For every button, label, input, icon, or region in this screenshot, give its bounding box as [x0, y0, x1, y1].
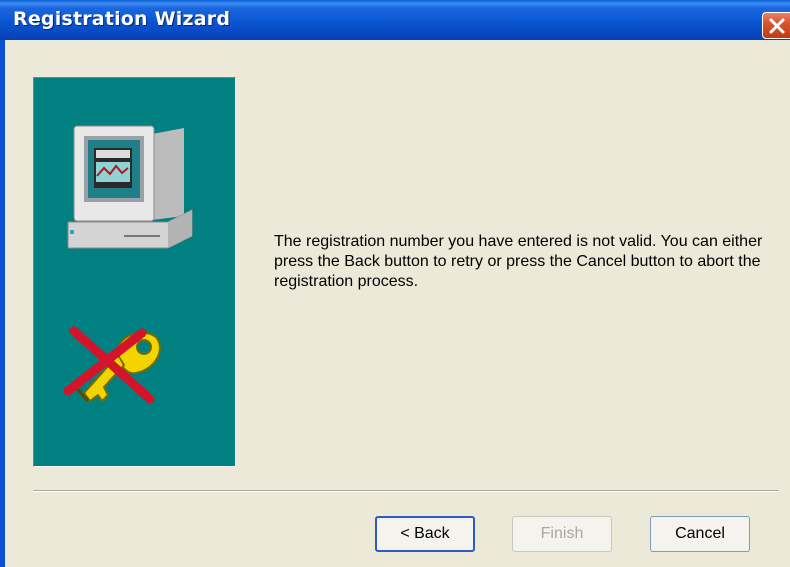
window-frame — [0, 40, 5, 567]
close-button[interactable] — [762, 12, 790, 39]
separator-highlight — [33, 491, 778, 492]
back-button[interactable]: < Back — [375, 516, 475, 552]
close-icon — [769, 18, 785, 34]
computer-icon — [67, 125, 193, 249]
wizard-art-panel — [33, 77, 236, 467]
title-bar[interactable]: Registration Wizard — [0, 0, 790, 40]
cancel-button[interactable]: Cancel — [650, 516, 750, 552]
window-title: Registration Wizard — [13, 8, 231, 30]
finish-button: Finish — [512, 516, 612, 552]
red-x-icon — [64, 326, 155, 404]
error-message: The registration number you have entered… — [274, 233, 763, 290]
